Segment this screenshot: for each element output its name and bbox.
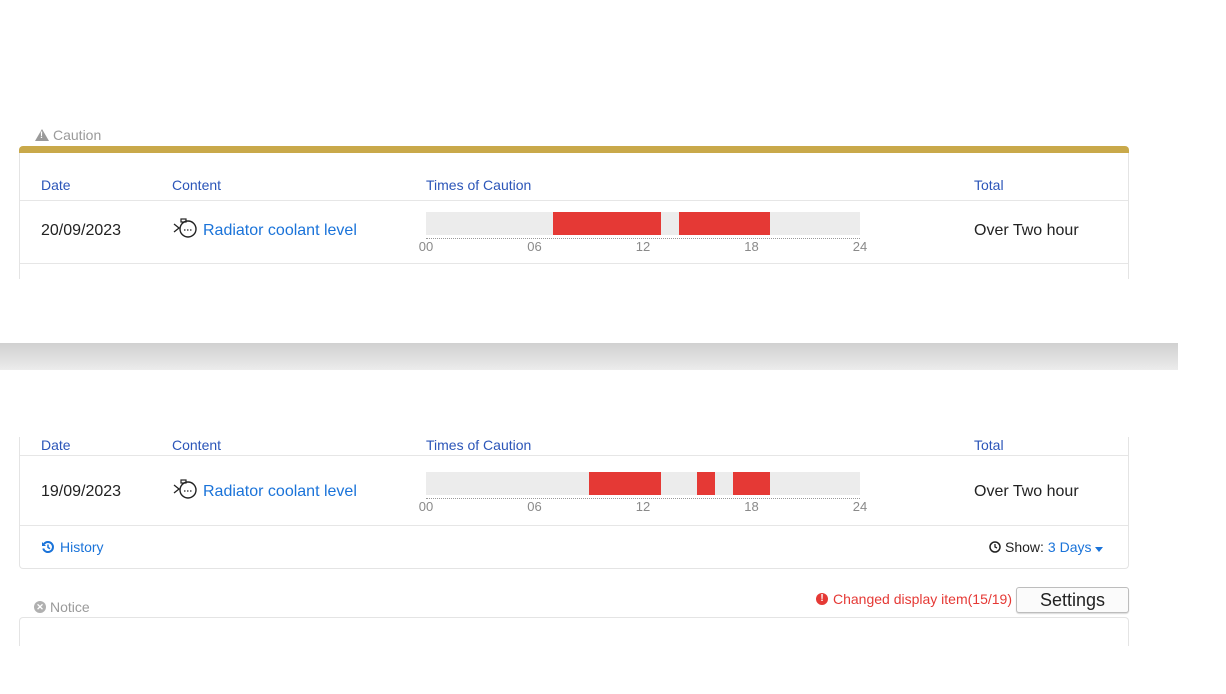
settings-button[interactable]: Settings [1016,587,1129,613]
history-link[interactable]: History [41,539,104,555]
changed-display-text: Changed display item(15/19) [833,591,1012,607]
header-content: Content [172,177,222,193]
caution-panel-accent [19,146,1129,153]
header-content: Content [172,437,222,453]
row-total: Over Two hour [974,222,1079,239]
header-date: Date [41,437,71,453]
axis-tick-label: 00 [418,239,434,254]
header-times: Times of Caution [426,437,532,453]
axis-tick-label: 24 [852,239,868,254]
caution-panel-bottom [19,437,1129,569]
caution-interval [552,212,662,235]
section-divider [0,343,1178,370]
warning-icon [35,129,49,141]
notice-panel [19,617,1129,646]
row-separator [20,525,1128,526]
axis-tick-label: 18 [744,499,759,514]
timeline-bar [426,212,860,235]
show-range-dropdown[interactable]: 3 Days [1048,539,1103,555]
axis-tick-label: 24 [852,499,868,514]
history-icon [42,541,54,553]
header-separator [20,455,1128,456]
header-total: Total [974,177,1004,193]
show-range-value: 3 Days [1047,539,1092,555]
caution-tab[interactable]: Caution [31,127,106,147]
timeline-bar [426,472,860,495]
caret-down-icon [1094,547,1103,552]
caution-interval [733,472,770,495]
row-date: 19/09/2023 [41,483,122,500]
axis-tick-label: 18 [744,239,759,254]
header-times: Times of Caution [426,177,532,193]
caution-tab-label: Caution [53,127,102,143]
axis-tick-label: 12 [635,499,651,514]
axis-tick-label: 12 [635,239,651,254]
content-link[interactable]: Radiator coolant level [203,222,357,240]
header-date: Date [41,177,71,193]
alert-icon: ! [816,593,828,605]
robot-icon [173,218,197,238]
header-separator [20,200,1128,201]
show-label: Show: [1005,539,1044,555]
caution-interval [588,472,662,495]
row-separator [20,263,1128,264]
caution-interval [697,472,716,495]
history-label: History [60,539,104,555]
row-total: Over Two hour [974,483,1079,500]
axis-tick-label: 00 [418,499,434,514]
show-range: Show: 3 Days [989,539,1103,555]
notice-tab-label: Notice [50,599,90,615]
caution-interval [679,212,770,235]
row-date: 20/09/2023 [41,222,122,239]
header-total: Total [974,437,1004,453]
axis-tick-label: 06 [527,239,542,254]
content-link[interactable]: Radiator coolant level [203,483,357,501]
axis-tick-label: 06 [527,499,542,514]
x-circle-icon: ✕ [34,601,46,613]
changed-display-notice: ! Changed display item(15/19) [816,591,1012,607]
notice-tab[interactable]: ✕ Notice [34,599,94,618]
robot-icon [173,479,197,499]
clock-icon [989,541,1001,553]
